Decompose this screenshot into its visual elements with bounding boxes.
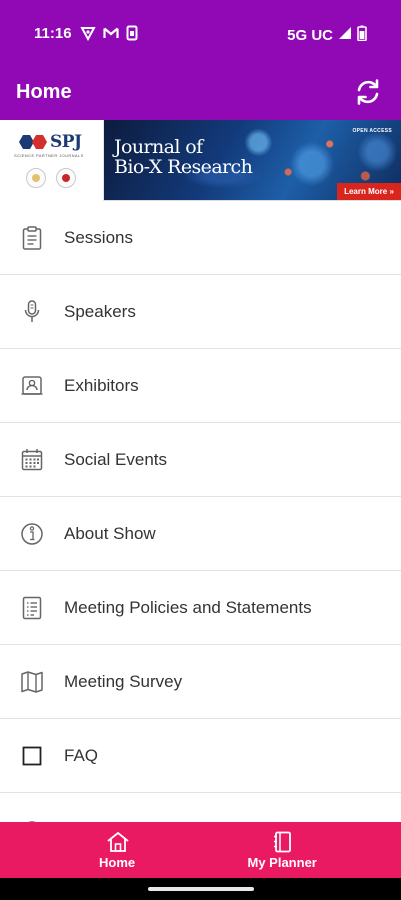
open-access-label: OPEN ACCESS: [352, 128, 392, 134]
menu-list: Sessions Speakers Exhibitors Social Even…: [0, 201, 401, 833]
menu-item-label: Sessions: [64, 228, 133, 247]
calendar-icon: [21, 449, 43, 471]
status-right: 5G UC: [287, 25, 367, 46]
battery-icon: [357, 25, 367, 46]
spj-hex-icon: [19, 135, 47, 149]
refresh-icon: [357, 79, 379, 105]
banner-logo-panel: SPJ SCIENCE PARTNER JOURNALS: [0, 120, 104, 201]
system-gesture-bar: [0, 878, 401, 900]
status-left-icons: [80, 25, 138, 41]
menu-item-label: Meeting Survey: [64, 672, 183, 691]
tab-my-planner-label: My Planner: [247, 855, 317, 870]
app-bar: Home: [0, 66, 401, 120]
status-time: 11:16: [34, 25, 72, 42]
menu-item-label: Meeting Policies and Statements: [64, 598, 312, 617]
menu-item-social-events[interactable]: Social Events: [0, 423, 401, 497]
refresh-button[interactable]: [353, 77, 383, 107]
microphone-icon: [24, 300, 40, 322]
menu-item-exhibitors[interactable]: Exhibitors: [0, 349, 401, 423]
home-icon: [107, 832, 129, 852]
exhibitor-icon: [21, 376, 43, 395]
spj-logo-text: SPJ: [50, 132, 82, 152]
sim-icon: [126, 25, 138, 41]
tab-home[interactable]: Home: [0, 822, 201, 878]
spj-subtitle: SCIENCE PARTNER JOURNALS: [14, 153, 84, 158]
learn-more-button[interactable]: Learn More »: [337, 183, 401, 200]
journal-title-line2: Bio-X Research: [114, 156, 253, 178]
page-title: Home: [16, 81, 72, 103]
signal-icon: [338, 26, 352, 45]
tab-my-planner[interactable]: My Planner: [201, 822, 401, 878]
journal-title: Journal of Bio-X Research: [114, 136, 253, 178]
spj-logo: SPJ: [18, 132, 82, 152]
seal-icon: [56, 168, 76, 188]
menu-item-about-show[interactable]: About Show: [0, 497, 401, 571]
menu-item-meeting-policies[interactable]: Meeting Policies and Statements: [0, 571, 401, 645]
home-gesture-handle[interactable]: [148, 887, 254, 891]
square-icon: [22, 746, 42, 766]
journal-banner[interactable]: SPJ SCIENCE PARTNER JOURNALS Journal of …: [0, 120, 401, 201]
menu-item-sessions[interactable]: Sessions: [0, 201, 401, 275]
seals: [26, 168, 76, 188]
vpn-icon: [80, 25, 96, 41]
tab-home-label: Home: [99, 855, 136, 870]
menu-item-faq[interactable]: FAQ: [0, 719, 401, 793]
document-list-icon: [22, 596, 42, 620]
bottom-nav: Home My Planner: [0, 822, 401, 878]
menu-item-label: FAQ: [64, 746, 99, 765]
journal-title-line1: Journal of: [114, 136, 203, 158]
info-icon: [21, 523, 43, 545]
planner-icon: [273, 831, 291, 853]
clipboard-icon: [22, 226, 42, 250]
banner-image: Journal of Bio-X Research OPEN ACCESS Le…: [104, 120, 401, 200]
network-type: 5G UC: [287, 27, 333, 44]
menu-item-speakers[interactable]: Speakers: [0, 275, 401, 349]
menu-item-label: Speakers: [64, 302, 136, 321]
gmail-icon: [103, 25, 119, 41]
menu-item-label: Exhibitors: [64, 376, 139, 395]
status-bar: 11:16 5G UC: [0, 0, 401, 66]
map-icon: [21, 671, 43, 693]
menu-item-label: About Show: [64, 524, 156, 543]
seal-icon: [26, 168, 46, 188]
menu-item-meeting-survey[interactable]: Meeting Survey: [0, 645, 401, 719]
menu-item-label: Social Events: [64, 450, 167, 469]
